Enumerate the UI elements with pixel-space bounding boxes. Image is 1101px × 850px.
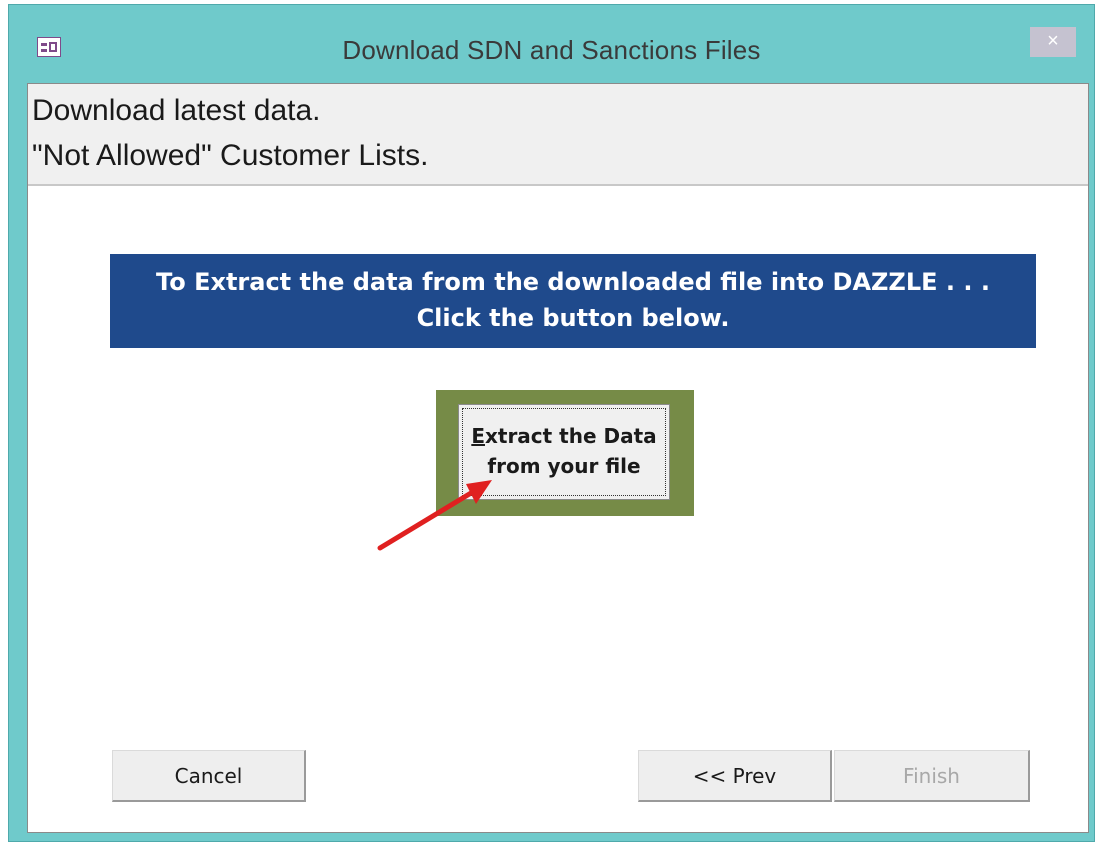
red-arrow-annotation <box>377 480 492 551</box>
title-bar: Download SDN and Sanctions Files × <box>9 5 1094 83</box>
cancel-button[interactable]: Cancel <box>112 750 306 802</box>
extract-button-accelerator: E <box>471 424 485 448</box>
finish-button: Finish <box>834 750 1030 802</box>
extract-button-line-1-rest: xtract the Data <box>484 424 657 448</box>
instruction-line-1: To Extract the data from the downloaded … <box>156 268 990 296</box>
instruction-line-2: Click the button below. <box>416 304 730 332</box>
close-button[interactable]: × <box>1030 27 1076 57</box>
header-line-1: Download latest data. <box>32 94 321 127</box>
wizard-client-area: Download latest data. "Not Allowed" Cust… <box>27 83 1089 833</box>
wizard-window: Download SDN and Sanctions Files × Downl… <box>8 4 1095 842</box>
window-title: Download SDN and Sanctions Files <box>342 35 761 65</box>
prev-button[interactable]: << Prev <box>638 750 832 802</box>
header-band: Download latest data. "Not Allowed" Cust… <box>28 84 1088 186</box>
header-line-2: "Not Allowed" Customer Lists. <box>32 139 429 172</box>
close-icon: × <box>1047 30 1059 52</box>
instruction-banner: To Extract the data from the downloaded … <box>110 254 1036 348</box>
extract-button-line-1: Extract the Data <box>459 421 669 451</box>
